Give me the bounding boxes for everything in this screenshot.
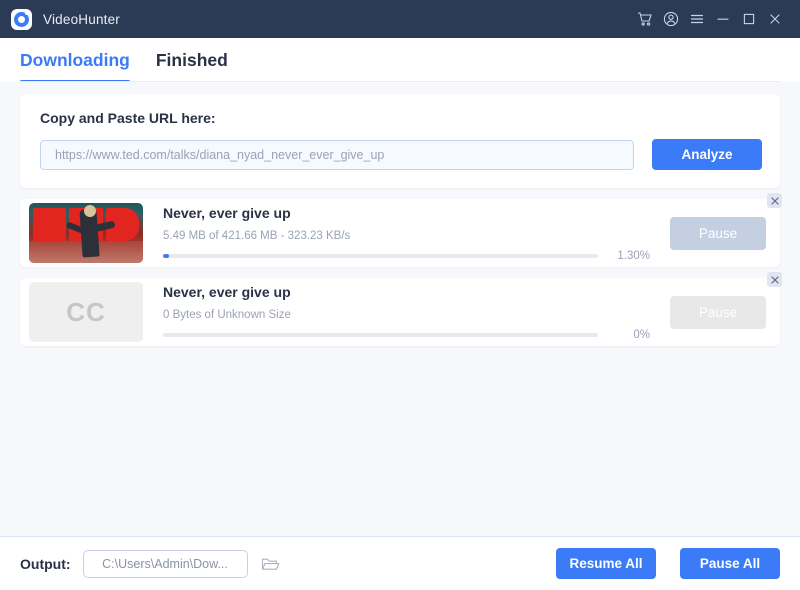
window-controls bbox=[632, 4, 788, 34]
pause-all-button[interactable]: Pause All bbox=[680, 548, 780, 579]
video-thumbnail bbox=[29, 203, 143, 263]
application-window: VideoHunter Downloading Finished Copy an… bbox=[0, 0, 800, 590]
analyze-button[interactable]: Analyze bbox=[652, 139, 762, 170]
cc-label: CC bbox=[66, 296, 106, 327]
download-percent: 1.30% bbox=[617, 249, 650, 262]
tab-downloading[interactable]: Downloading bbox=[20, 50, 130, 83]
cart-icon[interactable] bbox=[632, 4, 658, 34]
download-info: Never, ever give up 5.49 MB of 421.66 MB… bbox=[143, 205, 658, 262]
pause-button[interactable]: Pause bbox=[670, 216, 766, 250]
progress-fill bbox=[163, 253, 169, 258]
tab-list: Downloading Finished bbox=[20, 38, 228, 83]
url-input[interactable] bbox=[40, 139, 634, 170]
download-item: CC Never, ever give up 0 Bytes of Unknow… bbox=[20, 272, 782, 346]
download-status: 0 Bytes of Unknown Size bbox=[163, 308, 291, 321]
subtitle-thumbnail: CC bbox=[29, 282, 143, 342]
download-item: Never, ever give up 5.49 MB of 421.66 MB… bbox=[20, 193, 782, 267]
output-path-field[interactable]: C:\Users\Admin\Dow... bbox=[82, 549, 248, 578]
close-icon[interactable] bbox=[762, 4, 788, 34]
download-percent: 0% bbox=[633, 328, 650, 341]
minimize-icon[interactable] bbox=[710, 4, 736, 34]
resume-all-button[interactable]: Resume All bbox=[556, 548, 656, 579]
url-row: Analyze bbox=[40, 139, 762, 170]
download-progress-row: 1.30% bbox=[163, 250, 650, 262]
url-input-card: Copy and Paste URL here: Analyze bbox=[20, 94, 780, 188]
videohunter-logo-icon bbox=[11, 8, 32, 30]
output-label: Output: bbox=[20, 555, 71, 572]
menu-icon[interactable] bbox=[684, 4, 710, 34]
footer-bar: Output: C:\Users\Admin\Dow... Resume All… bbox=[0, 536, 800, 590]
maximize-icon[interactable] bbox=[736, 4, 762, 34]
account-icon[interactable] bbox=[658, 4, 684, 34]
app-title: VideoHunter bbox=[43, 11, 121, 27]
pause-button[interactable]: Pause bbox=[670, 295, 766, 329]
tab-bar: Downloading Finished bbox=[0, 38, 800, 83]
remove-download-icon[interactable] bbox=[767, 193, 782, 208]
progress-bar bbox=[163, 332, 598, 337]
progress-bar bbox=[163, 253, 598, 258]
download-title: Never, ever give up bbox=[163, 283, 291, 300]
download-progress-row: 0% bbox=[163, 329, 650, 341]
url-label: Copy and Paste URL here: bbox=[40, 110, 216, 126]
remove-download-icon[interactable] bbox=[767, 272, 782, 287]
download-title: Never, ever give up bbox=[163, 204, 291, 221]
tab-finished[interactable]: Finished bbox=[156, 50, 228, 81]
downloads-panel: Copy and Paste URL here: Analyze bbox=[0, 82, 800, 536]
download-info: Never, ever give up 0 Bytes of Unknown S… bbox=[143, 284, 658, 341]
title-bar: VideoHunter bbox=[0, 0, 800, 38]
download-status: 5.49 MB of 421.66 MB - 323.23 KB/s bbox=[163, 229, 351, 242]
folder-open-icon[interactable] bbox=[260, 553, 282, 575]
